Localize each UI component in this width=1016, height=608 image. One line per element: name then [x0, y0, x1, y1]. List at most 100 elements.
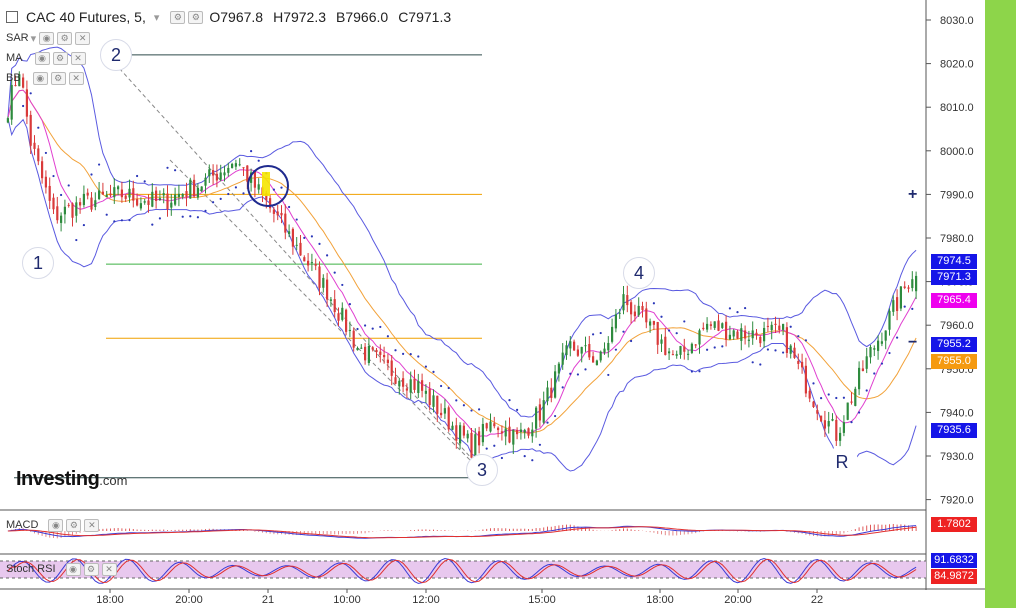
indicator-macd[interactable]: MACD ◉ ⚙ ✕	[6, 517, 100, 533]
sar-dot	[295, 218, 298, 221]
candle-body	[242, 167, 245, 169]
visibility-icon[interactable]: ◉	[39, 31, 55, 45]
visibility-icon[interactable]: ◉	[48, 518, 64, 532]
settings-icon[interactable]: ⚙	[57, 31, 73, 45]
sar-dot	[310, 235, 313, 238]
price-tag-bb-lower: 7935.6	[931, 423, 977, 438]
candle-body	[238, 164, 241, 166]
zoom-out-button[interactable]: −	[908, 334, 917, 352]
candle-body	[618, 312, 621, 314]
candle-body	[212, 170, 215, 176]
candle-body	[143, 201, 146, 203]
candle-body	[352, 330, 355, 348]
candle-body	[215, 173, 218, 181]
candle-body	[364, 346, 367, 361]
candle-body	[234, 163, 237, 167]
candle-body	[37, 148, 40, 162]
sar-dot	[371, 327, 374, 330]
sar-dot	[417, 355, 420, 358]
candle-body	[333, 299, 336, 313]
candle-body	[443, 408, 446, 414]
y-tick-label: 7920.0	[940, 495, 974, 507]
candle-body	[542, 400, 545, 423]
close-icon[interactable]: ✕	[101, 562, 117, 576]
price-chart[interactable]: 8030.08020.08010.08000.07990.07980.07970…	[0, 0, 1016, 608]
candle-body	[603, 348, 606, 353]
indicator-bb[interactable]: BB ◉ ⚙ ✕	[6, 70, 84, 86]
candle-body	[892, 300, 895, 312]
candle-body	[877, 340, 880, 351]
settings-icon[interactable]: ⚙	[50, 71, 66, 85]
indicator-ma[interactable]: MA ◉ ⚙ ✕	[6, 50, 86, 66]
zoom-in-button[interactable]: +	[908, 186, 917, 204]
candle-body	[6, 118, 9, 123]
sar-dot	[751, 361, 754, 364]
candle-body	[82, 193, 85, 206]
candle-body	[584, 345, 587, 347]
dropdown-icon[interactable]: ▾	[154, 11, 160, 24]
chart-header: CAC 40 Futures, 5, ▾ ⚙ ⚙ O7967.8 H7972.3…	[6, 6, 451, 28]
sar-dot	[379, 325, 382, 329]
settings-icon[interactable]: ⚙	[170, 10, 186, 24]
settings-icon[interactable]: ⚙	[52, 51, 68, 65]
collapse-icon[interactable]	[6, 11, 18, 23]
candle-body	[193, 179, 196, 197]
candle-body	[303, 257, 306, 262]
candle-body	[177, 193, 180, 197]
candle-body	[607, 342, 610, 351]
sar-dot	[67, 184, 70, 187]
candle-body	[527, 428, 530, 436]
sar-dot	[29, 92, 32, 95]
candle-body	[759, 336, 762, 344]
candle-body	[29, 114, 32, 146]
candle-body	[531, 429, 534, 437]
candle-body	[284, 213, 287, 233]
candle-body	[854, 388, 857, 406]
sar-dot	[774, 349, 777, 352]
candle-body	[124, 195, 127, 199]
settings-icon[interactable]: ⚙	[83, 562, 99, 576]
visibility-icon[interactable]: ◉	[65, 562, 81, 576]
sar-dot	[52, 174, 55, 178]
macd-signal-line	[7, 526, 917, 539]
sar-dot	[622, 330, 625, 333]
settings-icon-2[interactable]: ⚙	[188, 10, 204, 24]
sar-dot	[113, 220, 116, 223]
candle-body	[516, 429, 519, 435]
candle-body	[405, 388, 408, 391]
candle-body	[417, 380, 420, 394]
high-value: H7972.3	[273, 9, 327, 25]
sar-dot	[690, 370, 694, 373]
indicator-stoch[interactable]: Stoch RSI ◉ ⚙ ✕	[6, 561, 117, 577]
dropdown-icon[interactable]: ▾	[31, 32, 37, 45]
sar-dot	[128, 219, 131, 222]
sar-dot	[538, 443, 542, 446]
candle-body	[481, 423, 484, 443]
candle-body	[147, 200, 150, 205]
candle-body	[276, 211, 279, 216]
close-icon[interactable]: ✕	[84, 518, 100, 532]
close-icon[interactable]: ✕	[70, 51, 86, 65]
close-icon[interactable]: ✕	[75, 31, 91, 45]
sar-dot	[356, 327, 359, 331]
sar-dot	[402, 352, 405, 355]
settings-icon[interactable]: ⚙	[66, 518, 82, 532]
indicator-sar[interactable]: SAR ▾ ◉ ⚙ ✕	[6, 30, 91, 46]
candle-body	[485, 423, 488, 429]
candle-body	[565, 345, 568, 356]
visibility-icon[interactable]: ◉	[34, 51, 50, 65]
candle-body	[394, 377, 397, 384]
candle-body	[576, 349, 579, 356]
sar-dot	[561, 386, 564, 389]
candle-body	[899, 286, 902, 309]
close-icon[interactable]: ✕	[68, 71, 84, 85]
sar-dot	[151, 223, 154, 226]
price-tag-ma-slow: 7955.0	[931, 354, 977, 369]
candle-body	[451, 425, 454, 430]
sar-dot	[212, 201, 215, 204]
sar-dot	[759, 363, 762, 366]
sar-dot	[614, 348, 618, 351]
candle-body	[774, 323, 777, 325]
candle-body	[322, 277, 325, 288]
visibility-icon[interactable]: ◉	[32, 71, 48, 85]
